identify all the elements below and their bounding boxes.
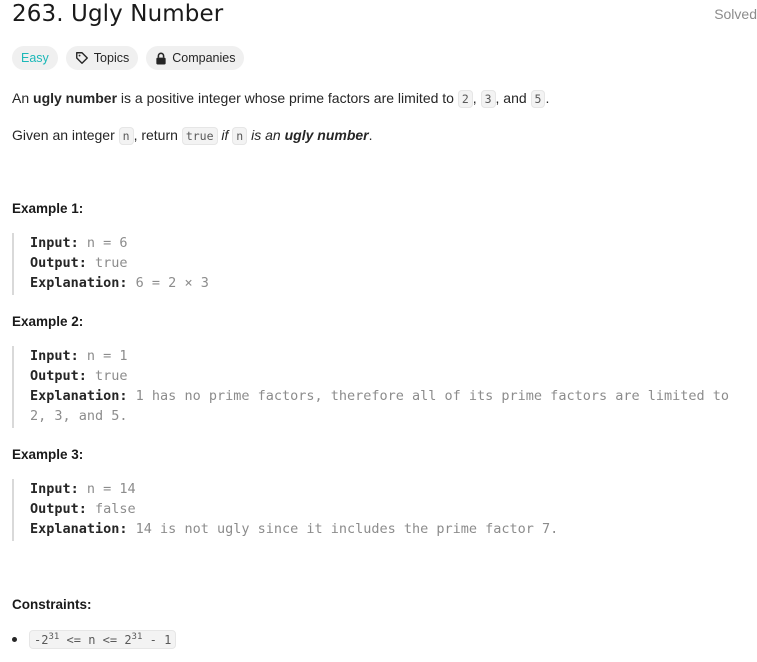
inline-code: 3 [480, 90, 496, 108]
example-3-title: Example 3: [12, 447, 84, 462]
constraint-item: -231 <= n <= 231 - 1 [12, 630, 177, 649]
difficulty-badge[interactable]: Easy [12, 46, 58, 70]
example-2-block: Input: n = 1 Output: true Explanation: 1… [12, 346, 729, 428]
example-1-title: Example 1: [12, 201, 84, 216]
tag-icon [75, 51, 89, 65]
topics-tag[interactable]: Topics [65, 46, 139, 70]
ugly-number-term: ugly number [284, 127, 369, 143]
example-1-block: Input: n = 6 Output: true Explanation: 6… [12, 233, 209, 295]
lock-icon [155, 52, 167, 65]
inline-code: 5 [530, 90, 546, 108]
description-paragraph-2: Given an integer n, return true if n is … [12, 127, 373, 145]
example-2-title: Example 2: [12, 314, 84, 329]
description-paragraph-1: An ugly number is a positive integer who… [12, 90, 550, 108]
inline-code: true [181, 127, 218, 145]
constraints-title: Constraints: [12, 597, 92, 612]
topics-label: Topics [93, 51, 130, 65]
problem-title: 263. Ugly Number [12, 1, 224, 27]
bullet-icon [12, 637, 17, 642]
companies-tag[interactable]: Companies [146, 46, 245, 70]
inline-code: n [232, 127, 248, 145]
inline-code: n [118, 127, 134, 145]
tag-row: Easy Topics Companies [12, 46, 245, 70]
companies-label: Companies [172, 51, 236, 65]
inline-code: 2 [457, 90, 473, 108]
ugly-number-term: ugly number [33, 90, 118, 106]
example-3-block: Input: n = 14 Output: false Explanation:… [12, 479, 558, 541]
constraint-code: -231 <= n <= 231 - 1 [29, 630, 177, 649]
solved-status: Solved [714, 6, 757, 22]
